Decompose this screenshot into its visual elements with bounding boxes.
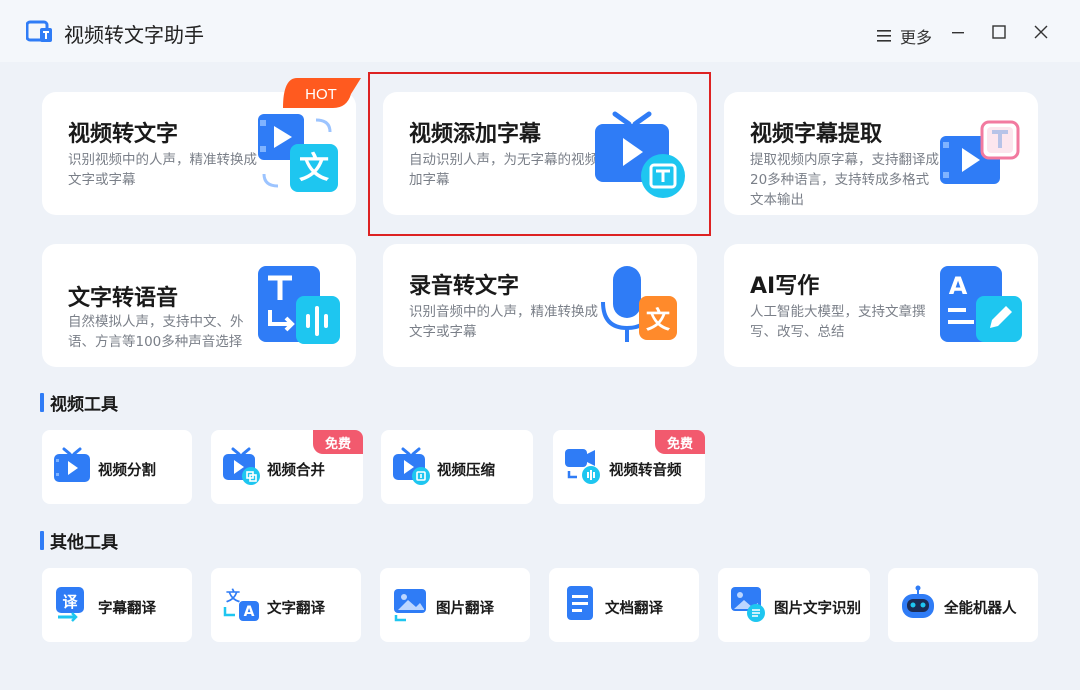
video-merge-icon [223,447,260,485]
minimize-button[interactable] [946,20,970,44]
card-desc: 人工智能大模型，支持文章撰写、改写、总结 [750,304,926,340]
app-logo-icon [26,20,52,42]
tool-text-translate[interactable]: 文 A 文字翻译 [211,568,361,642]
tool-robot[interactable]: 全能机器人 [888,568,1038,642]
tool-video-merge[interactable]: 免费 视频合并 [211,430,363,504]
svg-text:A: A [244,604,255,620]
more-menu-button[interactable]: 更多 [876,24,932,48]
tool-label: 视频压缩 [437,463,495,479]
video-compress-icon [393,447,430,485]
tool-label: 视频合并 [267,463,325,479]
tool-label: 字幕翻译 [98,601,156,617]
section-accent-bar [40,393,44,412]
feature-card-text-to-speech[interactable]: 文字转语音 自然模拟人声，支持中文、外语、方言等100多种声音选择 [42,244,356,367]
tool-video-to-audio[interactable]: 免费 视频转音频 [553,430,705,504]
hot-badge-label: HOT [305,86,337,103]
subtitle-translate-icon: 译 [56,587,84,622]
menu-icon [877,30,891,42]
svg-text:文: 文 [646,306,671,334]
svg-text:译: 译 [62,593,78,611]
section-title: 其他工具 [50,533,118,553]
video-to-audio-icon [565,449,600,484]
tool-label: 视频转音频 [609,463,682,479]
tool-label: 文档翻译 [605,601,663,617]
card-title: AI写作 [750,274,820,299]
microphone-icon: 文 [601,266,677,342]
video-tools-header: 视频工具 [40,390,118,415]
subtitle-extract-icon [940,120,1020,184]
text-to-speech-icon [258,266,340,344]
tool-subtitle-translate[interactable]: 译 字幕翻译 [42,568,192,642]
hot-badge: HOT [283,78,361,108]
card-title: 视频转文字 [68,122,179,147]
svg-text:A: A [949,272,968,300]
tool-video-split[interactable]: 视频分割 [42,430,192,504]
video-to-text-icon: 文 [258,114,338,192]
free-badge: 免费 [313,430,363,454]
card-desc: 识别音频中的人声，精准转换成文字或字幕 [409,304,598,340]
video-split-icon [54,447,90,482]
selection-highlight [368,72,711,236]
image-ocr-icon [731,587,765,622]
card-title: 录音转文字 [409,274,520,299]
maximize-button[interactable] [987,20,1011,44]
other-tools-header: 其他工具 [40,528,118,553]
tool-label: 全能机器人 [944,601,1017,617]
svg-text:文: 文 [226,588,241,605]
card-title: 文字转语音 [68,286,179,311]
close-button[interactable] [1029,20,1053,44]
tool-image-translate[interactable]: 图片翻译 [380,568,530,642]
section-title: 视频工具 [50,395,118,415]
tool-label: 视频分割 [98,463,156,479]
card-title: 视频字幕提取 [750,122,883,147]
image-translate-icon [394,589,426,622]
more-label: 更多 [900,28,933,47]
free-badge: 免费 [655,430,705,454]
feature-card-audio-to-text[interactable]: 录音转文字 识别音频中的人声，精准转换成文字或字幕 文 [383,244,697,367]
feature-card-ai-writing[interactable]: AI写作 人工智能大模型，支持文章撰写、改写、总结 A [724,244,1038,367]
section-accent-bar [40,531,44,550]
feature-card-subtitle-extract[interactable]: 视频字幕提取 提取视频内原字幕，支持翻译成20多种语言，支持转成多格式文本输出 [724,92,1038,215]
app-title: 视频转文字助手 [64,23,204,47]
ai-writing-icon: A [940,266,1022,342]
tool-video-compress[interactable]: 视频压缩 [381,430,533,504]
document-translate-icon [567,586,593,620]
feature-card-video-to-text[interactable]: 视频转文字 识别视频中的人声，精准转换成文字或字幕 文 [42,92,356,215]
tool-label: 文字翻译 [267,601,325,617]
tool-image-ocr[interactable]: 图片文字识别 [718,568,870,642]
text-translate-icon: 文 A [223,588,259,621]
svg-text:文: 文 [299,151,329,186]
title-bar: 视频转文字助手 更多 [0,0,1080,62]
card-desc: 自然模拟人声，支持中文、外语、方言等100多种声音选择 [68,314,244,350]
tool-document-translate[interactable]: 文档翻译 [549,568,699,642]
robot-icon [902,585,934,618]
tool-label: 图片翻译 [436,601,494,617]
card-desc: 提取视频内原字幕，支持翻译成20多种语言，支持转成多格式文本输出 [750,152,939,208]
tool-label: 图片文字识别 [774,601,861,617]
app-window: 视频转文字助手 更多 视频转文字 识别视频中的人声，精准转换成文字或字幕 文 H… [0,0,1080,690]
card-desc: 识别视频中的人声，精准转换成文字或字幕 [68,152,257,188]
